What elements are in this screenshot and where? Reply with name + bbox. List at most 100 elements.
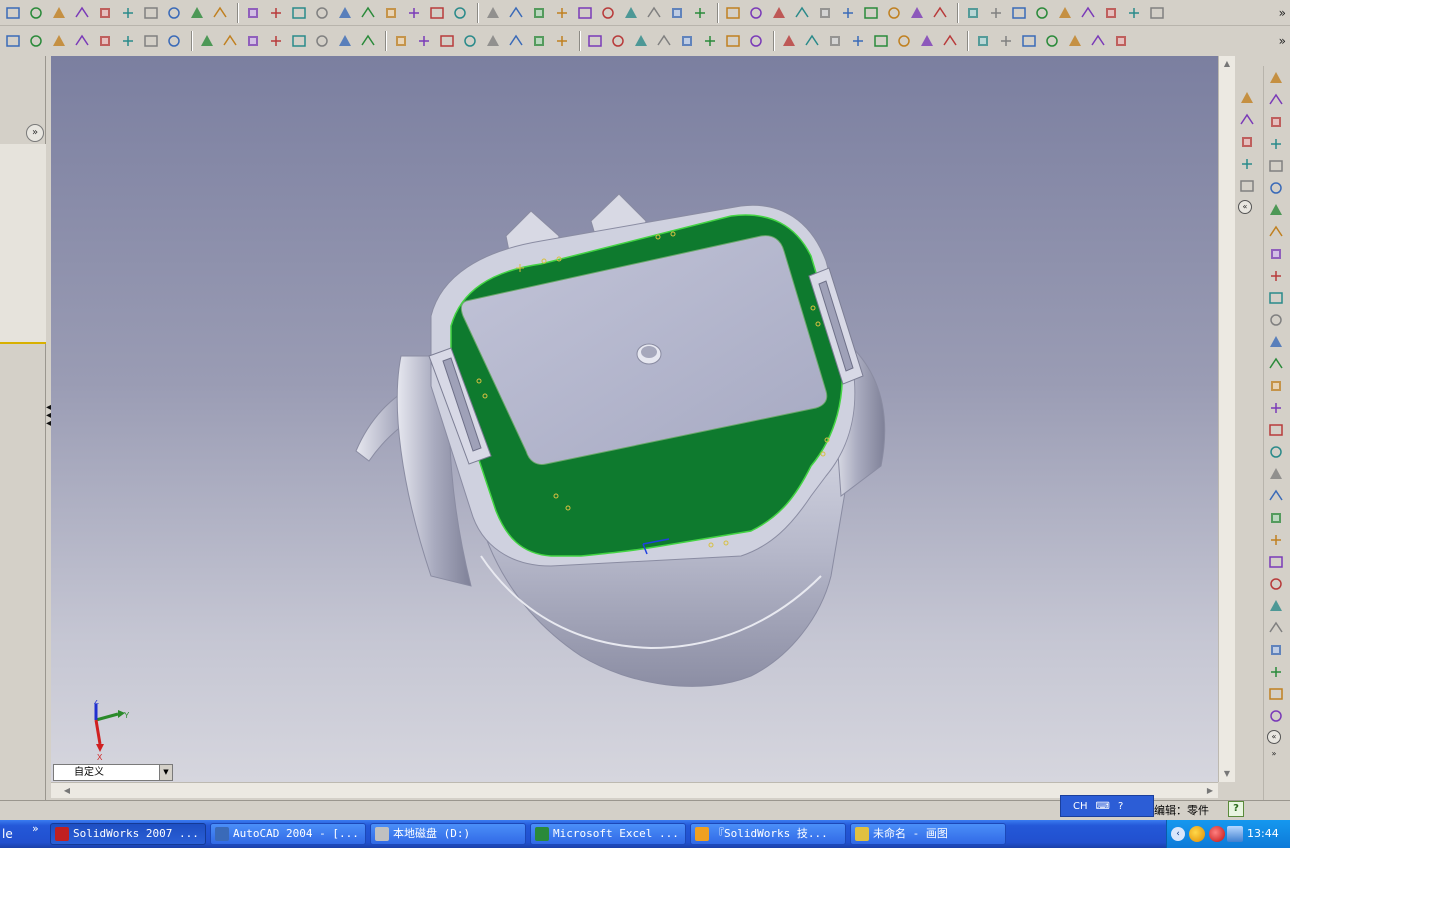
zoom-area-icon[interactable] <box>769 3 789 23</box>
zoom-select-icon[interactable] <box>1237 132 1257 152</box>
three-point-arc-icon[interactable] <box>1266 354 1286 374</box>
taskbar-button[interactable]: 未命名 - 画图 <box>850 823 1006 845</box>
mold-icon[interactable] <box>894 31 914 51</box>
rib-icon[interactable] <box>312 31 332 51</box>
zoom-in-icon[interactable] <box>792 3 812 23</box>
line-icon[interactable] <box>1266 178 1286 198</box>
zoom-fit-icon[interactable] <box>746 3 766 23</box>
boss-icon[interactable] <box>654 31 674 51</box>
sketch-icon[interactable] <box>667 3 687 23</box>
view-shaded-icon[interactable] <box>1032 3 1052 23</box>
point-icon[interactable] <box>779 31 799 51</box>
fix-sketch-icon[interactable] <box>1266 684 1286 704</box>
scroll-right-icon[interactable]: ▶ <box>1202 783 1218 798</box>
arc-icon[interactable] <box>1266 310 1286 330</box>
revolve-icon[interactable] <box>220 31 240 51</box>
text-icon[interactable] <box>1266 552 1286 572</box>
delete-icon[interactable] <box>210 3 230 23</box>
check-icon[interactable] <box>1088 31 1108 51</box>
ime-language[interactable]: CH <box>1073 801 1088 812</box>
hatch-icon[interactable] <box>1266 156 1286 176</box>
save-icon[interactable] <box>49 3 69 23</box>
view-iso-icon[interactable] <box>1009 3 1029 23</box>
brick-icon[interactable] <box>427 3 447 23</box>
pan-icon[interactable] <box>907 3 927 23</box>
circle-icon[interactable] <box>1266 244 1286 264</box>
toolbar-collapse-icon[interactable]: « <box>1267 730 1281 744</box>
scroll-down-icon[interactable]: ▼ <box>1219 766 1235 782</box>
plane-icon[interactable] <box>723 31 743 51</box>
cut-revolve-icon[interactable] <box>700 31 720 51</box>
partial-ellipse-icon[interactable] <box>1266 398 1286 418</box>
ime-help-icon[interactable]: ? <box>1118 801 1123 812</box>
dimension-icon[interactable] <box>3 31 23 51</box>
taskbar-button[interactable]: 『SolidWorks 技... <box>690 823 846 845</box>
coordinate-icon[interactable] <box>802 31 822 51</box>
polygon-icon[interactable] <box>1266 222 1286 242</box>
tile-icon[interactable] <box>575 3 595 23</box>
taskbar-button[interactable]: AutoCAD 2004 - [... <box>210 823 366 845</box>
view-orientation-combo[interactable]: 自定义 ▼ <box>53 764 173 781</box>
draft-icon[interactable] <box>391 31 411 51</box>
chevron-down-icon[interactable]: ▼ <box>159 765 172 780</box>
smart-dim-icon[interactable] <box>1266 134 1286 154</box>
part-model[interactable] <box>51 56 1218 782</box>
redo-icon[interactable] <box>266 3 286 23</box>
section-view-icon[interactable] <box>1065 31 1085 51</box>
curve-icon[interactable] <box>585 31 605 51</box>
loft-icon[interactable] <box>266 31 286 51</box>
undo-icon[interactable] <box>243 3 263 23</box>
help-icon[interactable] <box>644 3 664 23</box>
globe-icon[interactable] <box>529 3 549 23</box>
hole-icon[interactable] <box>414 31 434 51</box>
axis-icon[interactable] <box>746 31 766 51</box>
select-filter-icon[interactable] <box>506 3 526 23</box>
sketch-edit-icon[interactable] <box>690 3 710 23</box>
ellipse-icon[interactable] <box>1266 376 1286 396</box>
convert-icon[interactable] <box>1266 530 1286 550</box>
select-icon[interactable] <box>483 3 503 23</box>
camera-icon[interactable] <box>404 3 424 23</box>
cube-icon[interactable] <box>1101 3 1121 23</box>
ime-toolbar[interactable]: CH ⌨ ? <box>1060 795 1154 817</box>
vertical-scrollbar[interactable]: ▲ ▼ <box>1218 56 1235 782</box>
measure-icon[interactable] <box>1019 31 1039 51</box>
rectangle-icon[interactable] <box>1266 200 1286 220</box>
print-icon[interactable] <box>72 3 92 23</box>
rotate-view-icon[interactable] <box>861 3 881 23</box>
toolbar-more-icon[interactable]: » <box>1279 6 1286 20</box>
scroll-left-icon[interactable]: ◀ <box>59 783 75 798</box>
tree-icon[interactable] <box>312 3 332 23</box>
paste-icon[interactable] <box>187 3 207 23</box>
view-front-icon[interactable] <box>930 3 950 23</box>
cut-extrude-icon[interactable] <box>677 31 697 51</box>
quicklaunch-more-icon[interactable]: » <box>32 822 39 835</box>
pointer-icon[interactable] <box>1266 68 1286 88</box>
status-help-button[interactable]: ? <box>1228 801 1244 817</box>
sheet-metal-icon[interactable] <box>848 31 868 51</box>
toolbar-more-icon[interactable]: » <box>1267 748 1281 762</box>
mass-icon[interactable] <box>1042 31 1062 51</box>
display-icon[interactable] <box>1078 3 1098 23</box>
chamfer-sketch-icon[interactable] <box>1266 618 1286 638</box>
horizontal-scrollbar[interactable]: ◀ ▶ <box>51 782 1218 798</box>
open-icon[interactable] <box>26 3 46 23</box>
extrude-icon[interactable] <box>197 31 217 51</box>
start-button[interactable]: le <box>0 820 30 848</box>
helix-icon[interactable] <box>608 31 628 51</box>
keyboard-icon[interactable]: ⌨ <box>1096 801 1110 812</box>
lock-icon[interactable] <box>1124 3 1144 23</box>
offset-icon[interactable] <box>49 31 69 51</box>
network-icon[interactable] <box>1227 826 1243 842</box>
relation-icon[interactable] <box>118 31 138 51</box>
spline-icon[interactable] <box>1266 442 1286 462</box>
standard-views-icon[interactable] <box>1237 110 1257 130</box>
flex-icon[interactable] <box>506 31 526 51</box>
split-icon[interactable] <box>598 3 618 23</box>
fix-icon[interactable] <box>95 31 115 51</box>
color-icon[interactable] <box>1147 3 1167 23</box>
rotate-icon[interactable] <box>838 3 858 23</box>
equation-icon[interactable] <box>1111 31 1131 51</box>
surface-icon[interactable] <box>631 31 651 51</box>
3d-icon[interactable] <box>118 3 138 23</box>
